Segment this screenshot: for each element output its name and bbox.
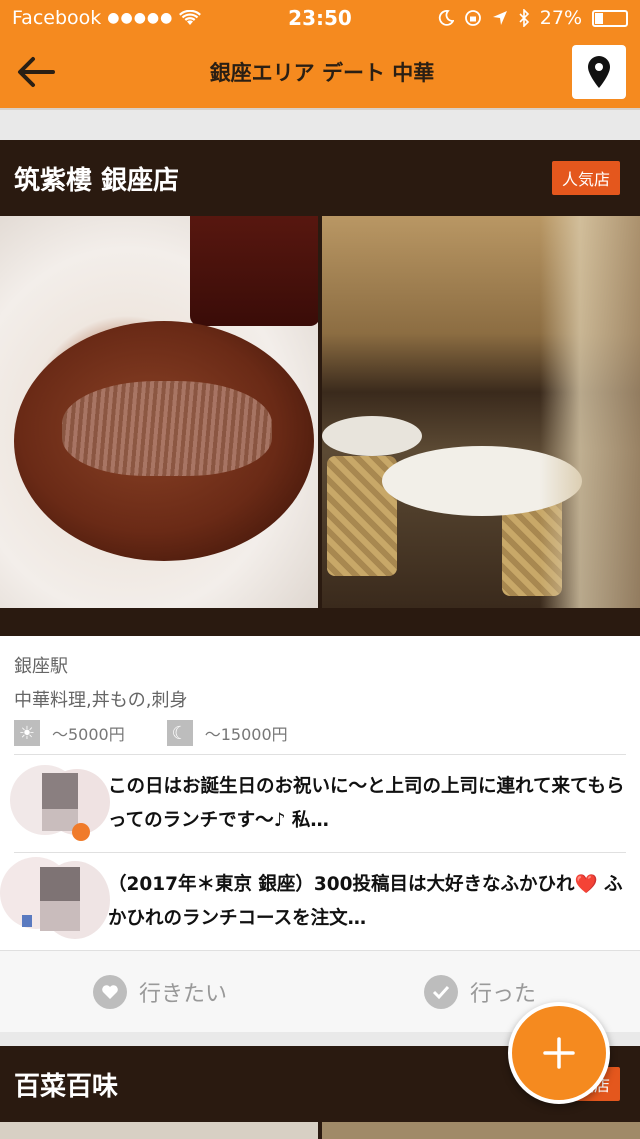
sun-icon: ☀ — [14, 720, 40, 746]
reviewer-avatar[interactable] — [0, 856, 110, 947]
lunch-price: 〜5000円 — [52, 725, 125, 744]
price-row: ☀ 〜5000円 ☾ 〜15000円 — [14, 720, 626, 746]
plus-icon — [543, 1037, 575, 1069]
station-text: 銀座駅 — [14, 656, 68, 677]
restaurant-name[interactable]: 百菜百味 — [14, 1066, 118, 1103]
review-text: （2017年＊東京 銀座）300投稿目は大好きなふかひれ❤️ ふかひれのランチコ… — [108, 873, 623, 929]
rotation-lock-icon — [464, 10, 481, 26]
add-button[interactable] — [508, 1002, 610, 1104]
check-icon — [423, 974, 458, 1009]
heart-icon — [92, 974, 127, 1009]
map-pin-icon — [588, 56, 610, 88]
went-label: 行った — [469, 981, 536, 1007]
back-to-app-label[interactable]: Facebook — [12, 7, 101, 29]
map-button[interactable] — [572, 45, 626, 99]
restaurant-card[interactable]: 筑紫樓 銀座店 人気店 銀座駅 中華料理,丼もの,刺身 ☀ 〜5000円 ☾ 〜… — [0, 140, 640, 1032]
signal-strength: ●●●●● — [107, 10, 174, 26]
genre-text: 中華料理,丼もの,刺身 — [14, 690, 188, 711]
status-bar: Facebook ●●●●● 23:50 27% — [0, 0, 640, 36]
went-button[interactable]: 行った — [320, 974, 640, 1009]
popular-badge: 人気店 — [551, 161, 620, 195]
wifi-icon — [179, 10, 202, 25]
photo-gallery[interactable] — [0, 1122, 640, 1139]
review-text: この日はお誕生日のお祝いに〜と上司の上司に連れて来てもらってのランチです〜♪ 私… — [108, 775, 625, 831]
back-arrow-icon — [18, 57, 55, 87]
food-photo[interactable] — [0, 216, 318, 608]
moon-icon — [438, 10, 454, 26]
review-item[interactable]: この日はお誕生日のお祝いに〜と上司の上司に連れて来てもらってのランチです〜♪ 私… — [10, 754, 626, 852]
restaurant-info: 銀座駅 中華料理,丼もの,刺身 ☀ 〜5000円 ☾ 〜15000円 — [0, 636, 640, 746]
battery-percent: 27% — [539, 7, 582, 29]
review-item[interactable]: （2017年＊東京 銀座）300投稿目は大好きなふかひれ❤️ ふかひれのランチコ… — [0, 852, 626, 950]
page-title: 銀座エリア デート 中華 — [209, 61, 435, 85]
dinner-price: 〜15000円 — [204, 725, 288, 744]
restaurant-header: 筑紫樓 銀座店 人気店 — [0, 140, 640, 216]
location-arrow-icon — [492, 11, 507, 25]
interior-photo[interactable] — [322, 216, 640, 608]
moon-icon: ☾ — [166, 720, 193, 746]
want-to-go-button[interactable]: 行きたい — [0, 974, 320, 1009]
clock: 23:50 — [288, 6, 352, 30]
restaurant-name[interactable]: 筑紫樓 銀座店 — [14, 160, 179, 197]
reviewer-avatar[interactable] — [10, 759, 110, 849]
photo-gallery[interactable] — [0, 216, 640, 636]
navigation-bar: 銀座エリア デート 中華 — [0, 36, 640, 108]
want-to-go-label: 行きたい — [138, 981, 227, 1007]
list-top-spacer — [0, 108, 640, 140]
battery-icon — [592, 9, 628, 27]
back-button[interactable] — [0, 36, 72, 108]
bluetooth-icon — [519, 9, 529, 27]
